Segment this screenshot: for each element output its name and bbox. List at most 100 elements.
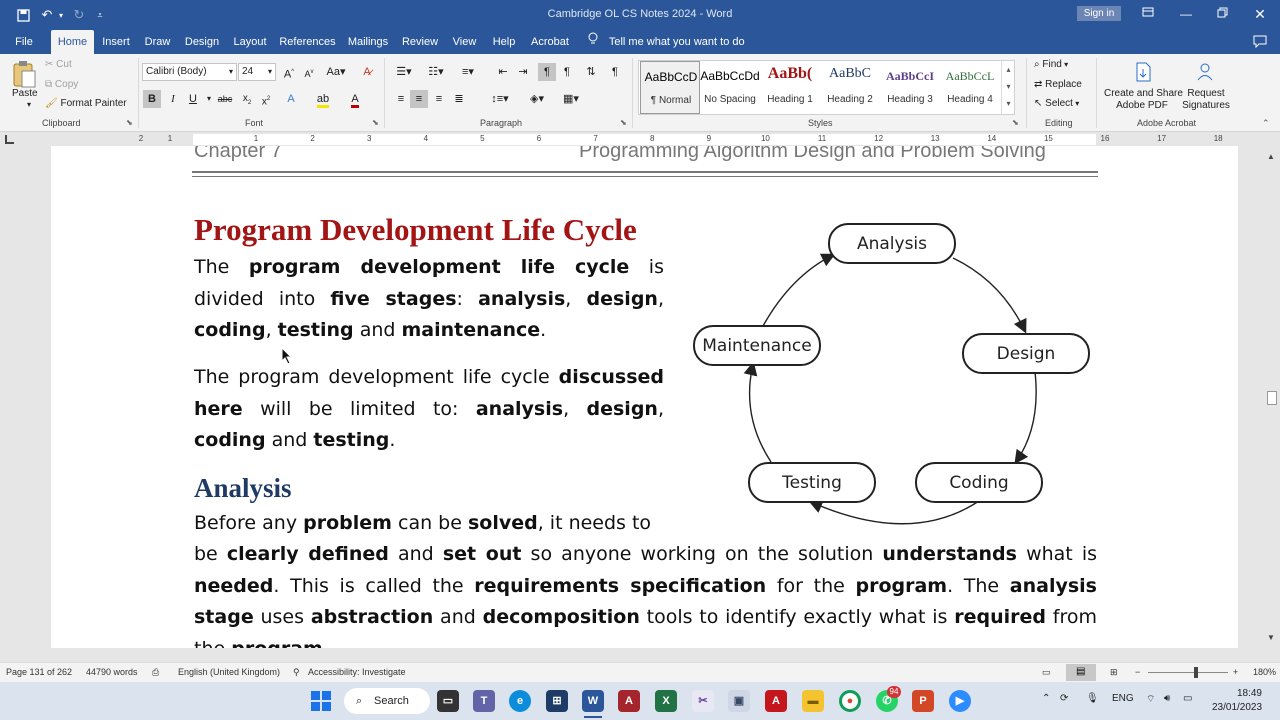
- paste-icon[interactable]: [11, 60, 37, 88]
- comments-icon[interactable]: [1253, 35, 1267, 49]
- tab-design[interactable]: Design: [183, 30, 221, 54]
- battery-icon[interactable]: ▭: [1183, 693, 1192, 704]
- zoom-slider-thumb[interactable]: [1194, 667, 1198, 678]
- ltr-direction-icon[interactable]: ¶: [538, 63, 556, 81]
- read-mode-icon[interactable]: ▭: [1042, 667, 1051, 678]
- shading-icon[interactable]: ◈▾: [524, 90, 550, 108]
- increase-indent-icon[interactable]: ⇥: [514, 63, 532, 81]
- word-icon[interactable]: W: [582, 690, 604, 712]
- web-layout-icon[interactable]: ⊞: [1110, 667, 1118, 678]
- proofing-icon[interactable]: ⎙: [152, 667, 159, 678]
- powerpoint-icon[interactable]: P: [912, 690, 934, 712]
- chrome-icon[interactable]: ●: [839, 690, 861, 712]
- paragraph-launcher-icon[interactable]: ⬊: [620, 118, 627, 127]
- format-painter-button[interactable]: 🖌︎ Format Painter: [45, 98, 127, 109]
- numbering-icon[interactable]: ☷▾: [424, 63, 448, 81]
- snipping-tool-icon[interactable]: ✂: [692, 690, 714, 712]
- tab-insert[interactable]: Insert: [99, 30, 133, 54]
- input-language[interactable]: ENG: [1112, 693, 1134, 704]
- font-name-combo[interactable]: Calibri (Body) ▾: [142, 63, 237, 81]
- align-center-icon[interactable]: ≡: [410, 90, 428, 108]
- tab-acrobat[interactable]: Acrobat: [528, 30, 572, 54]
- clipboard-launcher-icon[interactable]: ⬊: [126, 118, 133, 127]
- accessibility-icon[interactable]: ⚲: [293, 667, 300, 678]
- font-color-icon[interactable]: A: [346, 90, 364, 108]
- pdf-icon[interactable]: [1134, 62, 1152, 85]
- line-spacing-icon[interactable]: ↕≡▾: [486, 90, 514, 108]
- multilevel-list-icon[interactable]: ≡▾: [456, 63, 480, 81]
- store-icon[interactable]: ⊞: [546, 690, 568, 712]
- clock[interactable]: 18:49 23/01/2023: [1212, 687, 1262, 715]
- font-size-combo[interactable]: 24 ▾: [238, 63, 276, 81]
- edge-icon[interactable]: e: [509, 690, 531, 712]
- zoom-app-icon[interactable]: ▶: [949, 690, 971, 712]
- align-left-icon[interactable]: ≡: [392, 90, 410, 108]
- grow-font-icon[interactable]: A^: [280, 63, 298, 81]
- microphone-icon[interactable]: 🎙︎: [1086, 693, 1099, 704]
- document-area[interactable]: Chapter 7 Programming Algorithm Design a…: [0, 146, 1264, 648]
- text-effects-icon[interactable]: A: [282, 90, 300, 108]
- rtl-direction-icon[interactable]: ¶: [558, 63, 576, 81]
- tab-view[interactable]: View: [449, 30, 480, 54]
- justify-icon[interactable]: ≣: [450, 90, 468, 108]
- style-no-spacing[interactable]: AaBbCcDd No Spacing: [700, 61, 760, 114]
- zoom-out-icon[interactable]: −: [1135, 667, 1140, 677]
- scrollbar-thumb[interactable]: [1267, 391, 1277, 405]
- signature-icon[interactable]: [1196, 62, 1216, 85]
- restore-icon[interactable]: [1212, 4, 1232, 24]
- highlight-color-icon[interactable]: ab: [314, 90, 332, 108]
- accessibility-status[interactable]: Accessibility: Investigate: [308, 667, 406, 677]
- tab-draw[interactable]: Draw: [142, 30, 173, 54]
- file-explorer-icon[interactable]: ▬: [802, 690, 824, 712]
- strikethrough-button[interactable]: abc: [216, 90, 234, 108]
- excel-icon[interactable]: X: [655, 690, 677, 712]
- tab-review[interactable]: Review: [400, 30, 440, 54]
- paste-label[interactable]: Paste: [12, 88, 38, 99]
- document-page[interactable]: Chapter 7 Programming Algorithm Design a…: [51, 146, 1238, 648]
- request-signatures-button[interactable]: Request Signatures: [1180, 88, 1232, 112]
- close-icon[interactable]: ✕: [1250, 4, 1270, 24]
- style-heading-1[interactable]: AaBb( Heading 1: [760, 61, 820, 114]
- windows-start-icon[interactable]: [311, 691, 331, 716]
- styles-launcher-icon[interactable]: ⬊: [1012, 118, 1019, 127]
- change-case-icon[interactable]: Aa▾: [324, 63, 348, 81]
- remote-desktop-icon[interactable]: ▣: [728, 690, 750, 712]
- tab-file[interactable]: File: [8, 30, 40, 54]
- bullets-icon[interactable]: ☰▾: [392, 63, 416, 81]
- style-normal[interactable]: AaBbCcD ¶ Normal: [640, 61, 700, 114]
- tab-mailings[interactable]: Mailings: [345, 30, 391, 54]
- ribbon-display-icon[interactable]: [1138, 4, 1158, 24]
- zoom-in-icon[interactable]: +: [1233, 667, 1238, 677]
- replace-button[interactable]: ⇄ Replace: [1034, 79, 1082, 90]
- show-formatting-icon[interactable]: ¶: [606, 63, 624, 81]
- font-launcher-icon[interactable]: ⬊: [372, 118, 379, 127]
- find-button[interactable]: ⌕ Find ▾: [1034, 59, 1068, 70]
- volume-icon[interactable]: 🔊︎: [1164, 693, 1170, 704]
- style-heading-3[interactable]: AaBbCcI Heading 3: [880, 61, 940, 114]
- tab-layout[interactable]: Layout: [231, 30, 269, 54]
- language[interactable]: English (United Kingdom): [178, 667, 280, 677]
- zoom-level[interactable]: 180%: [1253, 667, 1276, 677]
- paste-dropdown-icon[interactable]: ▾: [27, 100, 31, 109]
- tab-selector-icon[interactable]: [5, 135, 14, 144]
- print-layout-button[interactable]: ▤: [1066, 664, 1096, 681]
- sign-in-button[interactable]: Sign in: [1077, 6, 1121, 21]
- taskbar-search[interactable]: ⌕ Search: [344, 688, 430, 714]
- style-heading-2[interactable]: AaBbC Heading 2: [820, 61, 880, 114]
- decrease-indent-icon[interactable]: ⇤: [494, 63, 512, 81]
- wifi-icon[interactable]: ⌔: [1146, 693, 1155, 706]
- select-button[interactable]: ↖ Select ▾: [1034, 98, 1079, 109]
- tell-me-search[interactable]: Tell me what you want to do: [588, 30, 745, 54]
- horizontal-ruler[interactable]: 2 1 1 2 3 4 5 6 7 8 9 10 11 12 13 14 15 16 17 18: [0, 132, 1280, 146]
- scroll-up-icon[interactable]: ▲: [1267, 152, 1275, 161]
- page-count[interactable]: Page 131 of 262: [6, 667, 72, 677]
- create-share-pdf-button[interactable]: Create and Share Adobe PDF: [1104, 88, 1183, 112]
- network-sync-icon[interactable]: ⟳: [1060, 693, 1068, 704]
- show-hidden-icons[interactable]: ⌃: [1042, 693, 1050, 704]
- bold-button[interactable]: B: [143, 90, 161, 108]
- tab-references[interactable]: References: [279, 30, 336, 54]
- zoom-slider[interactable]: [1148, 672, 1228, 673]
- align-right-icon[interactable]: ≡: [430, 90, 448, 108]
- superscript-button[interactable]: x2: [257, 90, 275, 108]
- sort-icon[interactable]: ⇅: [582, 63, 600, 81]
